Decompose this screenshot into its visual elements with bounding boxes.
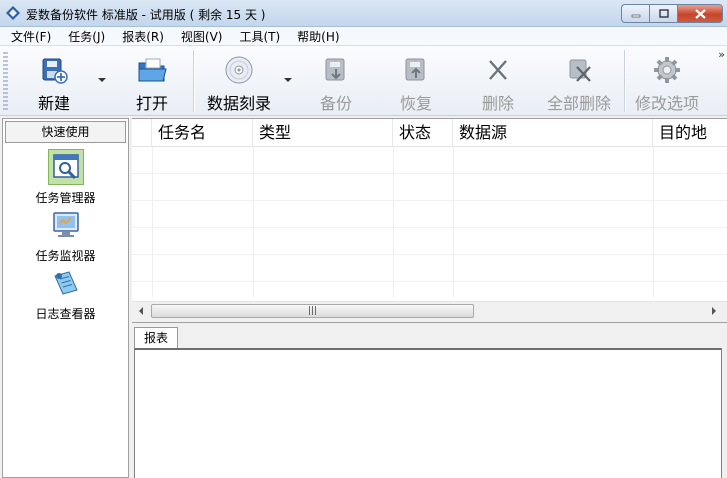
delete-x-icon	[489, 60, 507, 80]
delete-all-icon	[569, 59, 591, 82]
data-burn-label: 数据刻录	[206, 94, 271, 113]
close-icon	[694, 8, 706, 19]
new-label: 新建	[37, 94, 70, 113]
quick-access-panel: 快速使用 任务管理器 任务监视器 日志查看器	[2, 118, 129, 478]
window-controls	[621, 4, 723, 23]
sidebar-item-task-manager[interactable]: 任务管理器	[3, 149, 128, 206]
grid-body[interactable]	[132, 147, 727, 297]
grid-column-line	[653, 147, 654, 297]
scroll-left-arrow-icon[interactable]	[139, 307, 143, 315]
toolbar-separator	[624, 50, 625, 112]
restore-icon	[405, 58, 425, 81]
burn-dropdown-arrow[interactable]	[284, 78, 292, 82]
new-dropdown-arrow[interactable]	[98, 78, 106, 82]
task-manager-icon	[52, 154, 79, 180]
maximize-icon	[658, 9, 669, 18]
report-panel: 报表	[132, 322, 727, 478]
modify-options-button[interactable]: 修改选项	[631, 46, 703, 116]
task-manager-label: 任务管理器	[35, 191, 96, 205]
toolbar-overflow-chevron-icon[interactable]: »	[718, 48, 725, 61]
delete-all-label: 全部删除	[546, 94, 611, 113]
column-header-task-name[interactable]: 任务名	[152, 119, 253, 147]
log-viewer-icon	[53, 271, 78, 295]
menu-task[interactable]: 任务(J)	[58, 28, 112, 45]
window-title: 爱数备份软件 标准版 - 试用版 ( 剩余 15 天 )	[26, 8, 266, 22]
new-task-icon	[42, 58, 68, 84]
grid-column-line	[393, 147, 394, 297]
sidebar-item-log-viewer[interactable]: 日志查看器	[3, 265, 128, 322]
new-button[interactable]: 新建	[30, 46, 78, 116]
column-header-status[interactable]: 状态	[393, 119, 453, 147]
menu-help[interactable]: 帮助(H)	[287, 28, 346, 45]
modify-options-label: 修改选项	[634, 94, 699, 113]
column-header-type[interactable]: 类型	[253, 119, 393, 147]
task-list-grid[interactable]: 任务名 类型 状态 数据源 目的地 |||	[132, 118, 727, 318]
open-label: 打开	[135, 94, 168, 113]
gear-icon	[654, 57, 680, 83]
quick-access-header: 快速使用	[5, 121, 126, 143]
toolbar-grip[interactable]	[3, 52, 8, 110]
open-button[interactable]: 打开	[128, 46, 176, 116]
folder-open-icon	[138, 58, 167, 82]
menu-tools[interactable]: 工具(T)	[229, 28, 287, 45]
tab-report[interactable]: 报表	[134, 327, 178, 348]
backup-icon	[325, 58, 345, 81]
app-diamond-icon	[6, 6, 20, 20]
row-selector-header	[132, 119, 152, 147]
title-bar[interactable]: 爱数备份软件 标准版 - 试用版 ( 剩余 15 天 )	[0, 0, 727, 27]
close-button[interactable]	[677, 4, 723, 23]
menu-view[interactable]: 视图(V)	[171, 28, 230, 45]
restore-button[interactable]: 恢复	[394, 46, 438, 116]
minimize-button[interactable]	[621, 4, 649, 23]
column-header-destination[interactable]: 目的地	[653, 119, 727, 147]
menu-report[interactable]: 报表(R)	[112, 28, 171, 45]
delete-all-button[interactable]: 全部删除	[543, 46, 615, 116]
horizontal-scrollbar[interactable]: |||	[132, 301, 727, 318]
menu-file[interactable]: 文件(F)	[0, 28, 58, 45]
menu-bar: 文件(F) 任务(J) 报表(R) 视图(V) 工具(T) 帮助(H)	[0, 27, 727, 46]
scroll-right-arrow-icon[interactable]	[712, 307, 716, 315]
toolbar: 新建 打开 数据刻录 备份 恢复 删除 全部删除 修改选项 »	[0, 46, 727, 116]
report-content-area[interactable]	[134, 348, 722, 478]
grid-column-line	[253, 147, 254, 297]
backup-button[interactable]: 备份	[314, 46, 358, 116]
disc-icon	[225, 56, 253, 84]
delete-label: 删除	[481, 94, 514, 113]
column-header-data-source[interactable]: 数据源	[453, 119, 653, 147]
sidebar-item-task-monitor[interactable]: 任务监视器	[3, 207, 128, 264]
task-monitor-icon	[52, 212, 79, 237]
toolbar-separator	[193, 50, 194, 112]
maximize-button[interactable]	[649, 4, 677, 23]
restore-label: 恢复	[399, 94, 432, 113]
grid-column-line	[453, 147, 454, 297]
log-viewer-label: 日志查看器	[35, 307, 96, 321]
scrollbar-thumb[interactable]: |||	[151, 304, 474, 318]
grid-column-line	[152, 147, 153, 297]
delete-button[interactable]: 删除	[476, 46, 520, 116]
data-burn-button[interactable]: 数据刻录	[203, 46, 275, 116]
task-monitor-label: 任务监视器	[35, 249, 96, 263]
grid-header: 任务名 类型 状态 数据源 目的地	[132, 119, 727, 147]
backup-label: 备份	[319, 94, 352, 113]
minimize-icon	[631, 14, 640, 17]
